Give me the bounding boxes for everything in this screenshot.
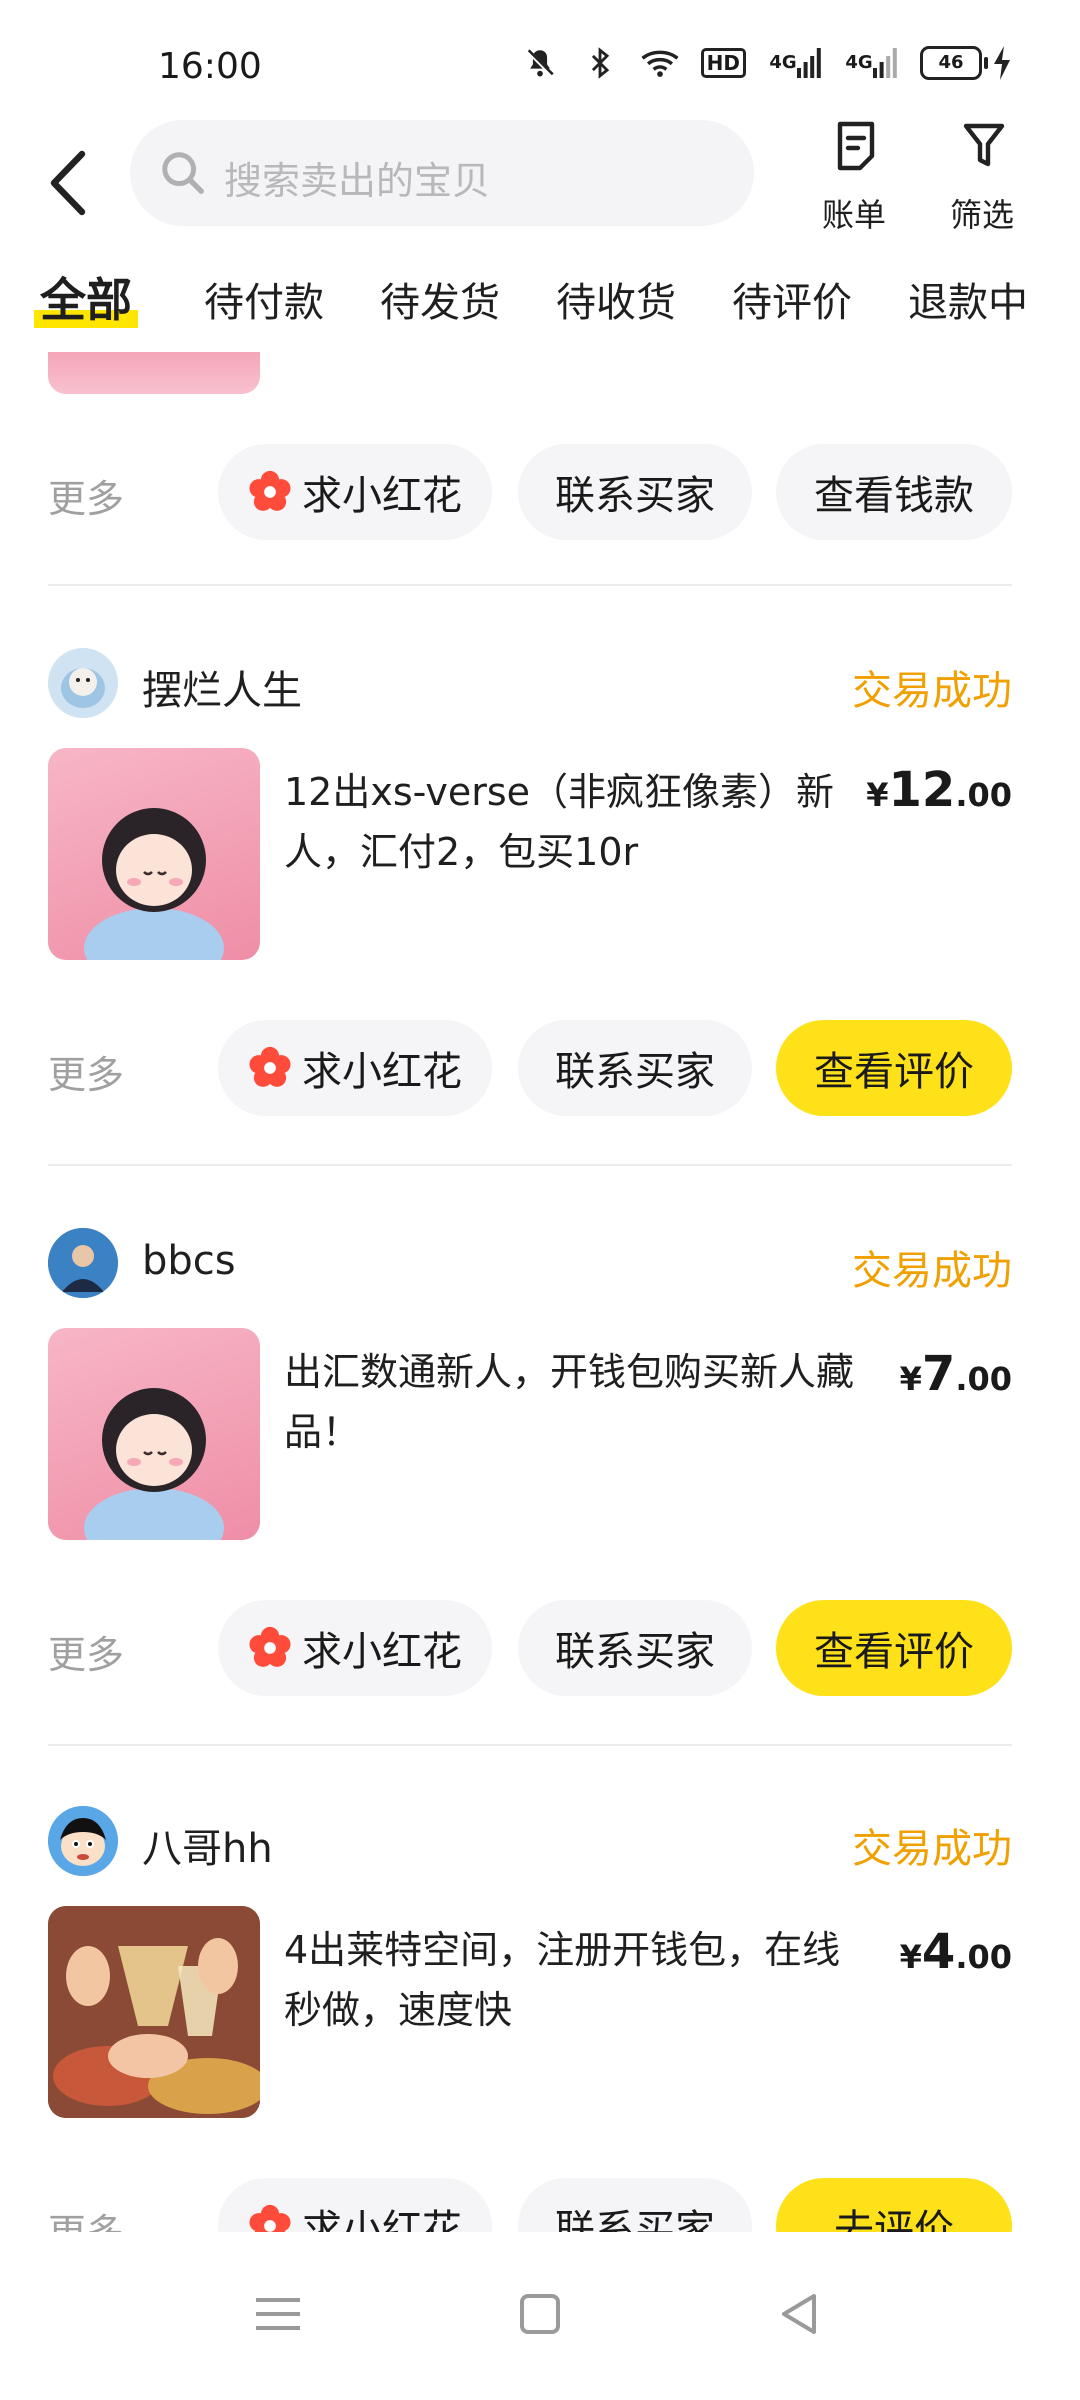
product-price: ¥4.00 [899,1924,1012,1980]
tab-pending-shipment[interactable]: 待发货 [380,270,500,328]
view-review-button[interactable]: 查看评价 [776,1020,1012,1116]
tab-all[interactable]: 全部 [34,264,138,330]
order-actions: 更多 求小红花 联系买家 去评价 [0,2178,1080,2232]
ask-flower-button[interactable]: 求小红花 [218,444,492,540]
header: 搜索卖出的宝贝 账单 筛选 [0,120,1080,250]
product-thumbnail[interactable] [48,1906,260,2118]
avatar[interactable] [48,1806,118,1876]
bluetooth-icon [581,44,619,82]
wifi-icon [641,44,679,82]
tab-pending-payment[interactable]: 待付款 [204,270,324,328]
bill-icon [837,121,875,171]
bill-label: 账单 [821,196,886,234]
order-actions: 更多 求小红花 联系买家 查看钱款 [0,444,1080,540]
home-nav-button[interactable] [510,2284,570,2344]
clock: 16:00 [158,46,262,87]
contact-buyer-button[interactable]: 联系买家 [518,1020,752,1116]
filter-icon [963,123,1005,167]
product-title[interactable]: 12出xs-verse（非疯狂像素）新人，汇付2，包买10r [284,762,864,882]
red-flower-icon [249,1046,291,1087]
status-icons: HD 4G 4G 46 [521,44,1012,82]
order-list: 更多 求小红花 联系买家 查看钱款 摆烂人生 交易成功 12出xs-verse（… [0,352,1080,2232]
more-link[interactable]: 更多 [48,1044,124,1099]
search-input[interactable]: 搜索卖出的宝贝 [130,120,754,226]
search-icon [162,152,204,194]
ask-flower-button[interactable]: 求小红花 [218,1600,492,1696]
back-arrow-icon [50,150,86,216]
filter-label: 筛选 [949,196,1014,234]
filter-button[interactable]: 筛选 [932,120,1032,234]
order-actions: 更多 求小红花 联系买家 查看评价 [0,1600,1080,1696]
red-flower-icon [249,470,291,511]
square-icon [520,2294,560,2334]
menu-icon [256,2298,300,2330]
buyer-name[interactable]: 八哥hh [142,1816,273,1874]
product-price: ¥12.00 [866,762,1012,818]
buyer-name[interactable]: bbcs [142,1238,236,1284]
order-status: 交易成功 [852,1826,1012,1872]
buyer-name[interactable]: 摆烂人生 [142,658,302,716]
red-flower-icon [249,2204,291,2232]
back-button[interactable] [48,148,108,218]
order-tabs: 全部 待付款 待发货 待收货 待评价 退款中 [0,262,1080,342]
order-card: bbcs 交易成功 出汇数通新人，开钱包购买新人藏品！ ¥7.00 更多 求小红… [0,1164,1080,1744]
battery-icon: 46 [920,46,1012,80]
system-nav-bar [0,2232,1080,2400]
tab-pending-review[interactable]: 待评价 [732,270,852,328]
order-card: 八哥hh 交易成功 4出莱特空间，注册开钱包，在线秒做，速度快 ¥4.00 更多… [0,1744,1080,2232]
menu-nav-button[interactable] [248,2284,308,2344]
order-actions: 更多 求小红花 联系买家 查看评价 [0,1020,1080,1116]
status-bar: 16:00 HD 4G 4G 46 [0,0,1080,120]
hd-badge: HD [700,48,746,78]
tab-refunding[interactable]: 退款中 [908,270,1028,328]
triangle-back-icon [782,2294,816,2334]
bill-button[interactable]: 账单 [804,120,904,234]
product-title[interactable]: 4出莱特空间，注册开钱包，在线秒做，速度快 [284,1920,864,2040]
order-status: 交易成功 [852,668,1012,714]
contact-buyer-button[interactable]: 联系买家 [518,2178,752,2232]
product-thumbnail[interactable] [48,352,260,394]
product-thumbnail[interactable] [48,748,260,960]
red-flower-icon [249,1626,291,1667]
signal-icon: 4G [844,44,898,82]
contact-buyer-button[interactable]: 联系买家 [518,444,752,540]
order-status: 交易成功 [852,1248,1012,1294]
signal-icon: 4G [768,44,822,82]
view-payment-button[interactable]: 查看钱款 [776,444,1012,540]
order-card: 摆烂人生 交易成功 12出xs-verse（非疯狂像素）新人，汇付2，包买10r… [0,584,1080,1164]
product-price: ¥7.00 [899,1346,1012,1402]
avatar[interactable] [48,1228,118,1298]
more-link[interactable]: 更多 [48,468,124,523]
ask-flower-button[interactable]: 求小红花 [218,2178,492,2232]
back-nav-button[interactable] [770,2284,830,2344]
product-thumbnail[interactable] [48,1328,260,1540]
product-title[interactable]: 出汇数通新人，开钱包购买新人藏品！ [284,1342,864,1462]
contact-buyer-button[interactable]: 联系买家 [518,1600,752,1696]
mute-bell-icon [521,44,559,82]
more-link[interactable]: 更多 [48,2202,124,2232]
more-link[interactable]: 更多 [48,1624,124,1679]
avatar[interactable] [48,648,118,718]
leave-review-button[interactable]: 去评价 [776,2178,1012,2232]
tab-pending-receipt[interactable]: 待收货 [556,270,676,328]
ask-flower-button[interactable]: 求小红花 [218,1020,492,1116]
search-placeholder: 搜索卖出的宝贝 [224,159,491,203]
view-review-button[interactable]: 查看评价 [776,1600,1012,1696]
